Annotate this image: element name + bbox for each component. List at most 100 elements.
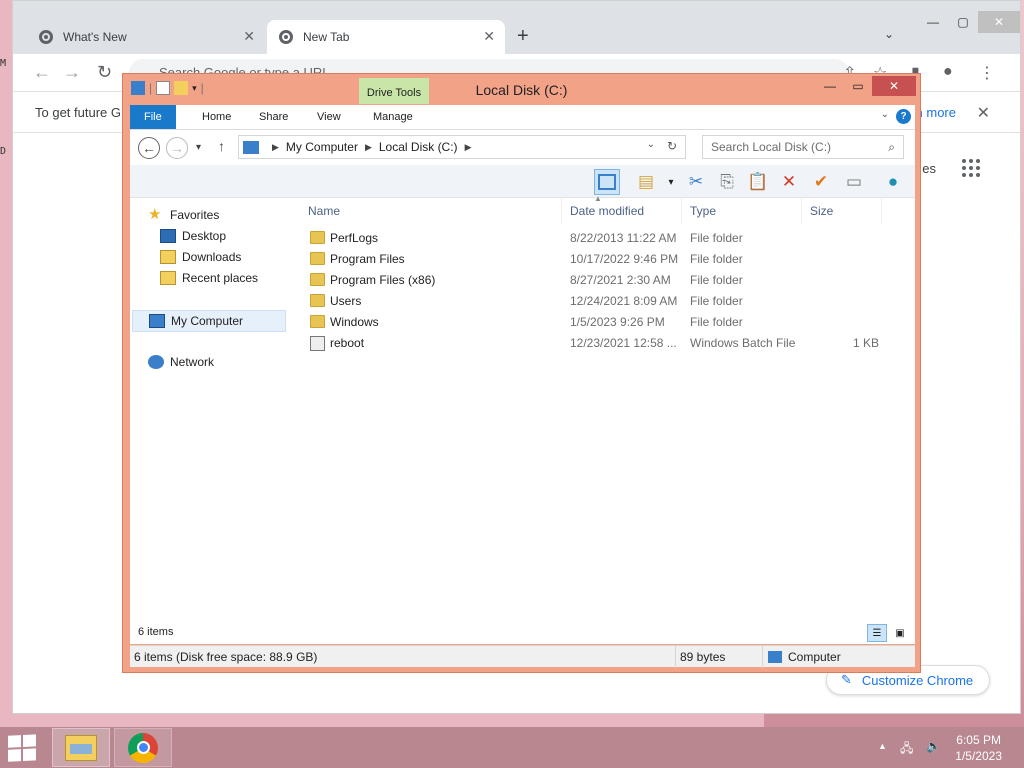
forward-arrow-icon[interactable]: → [63, 62, 81, 83]
tab-new-tab[interactable]: New Tab ✕ [267, 20, 505, 54]
volume-icon[interactable]: 🔈 [926, 739, 941, 753]
chrome-icon [128, 732, 158, 763]
options-dropdown-icon[interactable]: ▾ [658, 169, 684, 195]
ribbon-tab-manage[interactable]: Manage [359, 105, 427, 129]
minimize-button[interactable]: — [918, 11, 948, 33]
nav-desktop-label: Desktop [182, 229, 227, 243]
google-apps-grid-icon[interactable] [962, 159, 980, 177]
breadcrumb-my-computer[interactable]: My Computer [286, 140, 358, 154]
file-date: 12/24/2021 8:09 AM [570, 294, 678, 308]
windows-start-icon[interactable] [8, 734, 38, 762]
ribbon-tab-home[interactable]: Home [188, 105, 245, 129]
search-icon[interactable]: ⌕ [888, 136, 895, 158]
column-header-type[interactable]: Type [682, 198, 802, 224]
search-input[interactable]: Search Local Disk (C:) ⌕ [702, 135, 904, 159]
file-row[interactable]: reboot 12/23/2021 12:58 ... Windows Batc… [300, 333, 910, 354]
globe-icon[interactable]: ● [880, 169, 906, 195]
column-header-date[interactable]: Date modified [562, 198, 682, 224]
file-row[interactable]: Program Files 10/17/2022 9:46 PM File fo… [300, 249, 910, 270]
paste-icon[interactable]: 📋 [745, 169, 771, 195]
network-tray-icon[interactable]: 🖧 [900, 739, 913, 760]
file-size: 1 KB [853, 336, 880, 350]
explorer-content: ★ Favorites Desktop Downloads Recent pla… [130, 194, 915, 644]
breadcrumb-local-disk[interactable]: Local Disk (C:) [379, 140, 458, 154]
file-row[interactable]: Users 12/24/2021 8:09 AM File folder [300, 291, 910, 312]
help-icon[interactable]: ? [896, 109, 911, 124]
back-arrow-icon[interactable]: ← [33, 62, 51, 83]
properties-panel-icon[interactable]: ▭ [841, 169, 867, 195]
file-date: 1/5/2023 9:26 PM [570, 315, 665, 329]
copy-icon[interactable]: ⎘ [714, 169, 740, 195]
file-name: Windows [330, 315, 379, 329]
folder-options-icon[interactable]: ▤ [633, 169, 659, 195]
delete-icon[interactable]: ✕ [776, 169, 802, 195]
file-type: File folder [690, 294, 743, 308]
chrome-tab-strip: What's New ✕ New Tab ✕ + ⌄ — ▢ ✕ [13, 1, 1020, 54]
status-location: Computer [788, 650, 841, 664]
ribbon-expand-chevron-icon[interactable]: ⌄ [881, 109, 889, 120]
explorer-maximize-button[interactable]: ▭ [844, 76, 872, 96]
downloads-icon [160, 250, 176, 264]
nav-downloads-label: Downloads [182, 250, 242, 264]
file-row[interactable]: Windows 1/5/2023 9:26 PM File folder [300, 312, 910, 333]
ribbon-tab-file[interactable]: File [130, 105, 176, 129]
details-view-icon[interactable]: ☰ [867, 624, 887, 642]
desktop-edge-glyphs: MD [0, 58, 7, 157]
nav-recent-label: Recent places [182, 271, 259, 285]
computer-icon [243, 140, 259, 154]
tab-whats-new[interactable]: What's New ✕ [27, 20, 265, 54]
menu-kebab-icon[interactable]: ⋮ [979, 63, 995, 83]
tab-close-icon[interactable]: ✕ [483, 28, 495, 45]
navigation-pane: ★ Favorites Desktop Downloads Recent pla… [130, 198, 300, 644]
maximize-button[interactable]: ▢ [948, 11, 978, 33]
folder-icon [310, 273, 325, 286]
file-row[interactable]: Program Files (x86) 8/27/2021 2:30 AM Fi… [300, 270, 910, 291]
reload-icon[interactable]: ↻ [97, 62, 112, 83]
nav-downloads[interactable]: Downloads [160, 250, 241, 264]
chrome-favicon-icon [39, 30, 53, 44]
file-type: File folder [690, 252, 743, 266]
apps-partial-label[interactable]: es [922, 161, 936, 176]
preview-pane-icon[interactable] [594, 169, 620, 195]
infobar-close-icon[interactable]: ✕ [977, 103, 990, 123]
forward-arrow-icon[interactable]: → [166, 137, 188, 159]
nav-my-computer[interactable]: My Computer [132, 310, 286, 332]
cut-icon[interactable]: ✂ [683, 169, 709, 195]
ribbon-tab-view[interactable]: View [303, 105, 355, 129]
explorer-minimize-button[interactable]: — [816, 76, 844, 96]
taskbar-chrome[interactable] [114, 728, 172, 767]
clock[interactable]: 6:05 PM 1/5/2023 [955, 732, 1002, 764]
taskbar-file-explorer[interactable] [52, 728, 110, 767]
file-date: 12/23/2021 12:58 ... [570, 336, 677, 350]
new-tab-button[interactable]: + [517, 25, 529, 48]
nav-desktop[interactable]: Desktop [160, 229, 226, 243]
up-arrow-icon[interactable]: ↑ [218, 138, 225, 154]
tab-search-chevron-icon[interactable]: ⌄ [884, 27, 894, 41]
address-dropdown-icon[interactable]: ⌄ [647, 139, 655, 150]
infobar-learn-more-link[interactable]: n more [916, 105, 956, 120]
address-box[interactable]: ▶ My Computer ▶ Local Disk (C:) ▶ ⌄ ↻ [238, 135, 686, 159]
large-icons-view-icon[interactable]: ▣ [890, 624, 910, 642]
ribbon-tab-share[interactable]: Share [245, 105, 302, 129]
nav-network[interactable]: Network [148, 355, 214, 369]
column-header-name[interactable]: Name [300, 198, 562, 224]
explorer-title-bar[interactable]: | ▾ | Drive Tools Local Disk (C:) — ▭ ✕ [123, 74, 920, 104]
back-arrow-icon[interactable]: ← [138, 137, 160, 159]
file-row[interactable]: PerfLogs 8/22/2013 11:22 AM File folder [300, 228, 910, 249]
tray-expand-icon[interactable]: ▲ [878, 741, 887, 751]
tab-close-icon[interactable]: ✕ [243, 28, 255, 45]
column-header-size[interactable]: Size [802, 198, 882, 224]
recent-locations-icon[interactable]: ▾ [196, 142, 201, 153]
nav-favorites[interactable]: ★ Favorites [148, 206, 219, 223]
refresh-icon[interactable]: ↻ [667, 139, 677, 153]
close-button[interactable]: ✕ [978, 11, 1020, 33]
explorer-close-button[interactable]: ✕ [872, 76, 916, 96]
rename-check-icon[interactable]: ✔ [808, 169, 834, 195]
star-icon: ★ [148, 206, 162, 223]
profile-avatar-icon[interactable]: ● [943, 63, 953, 81]
file-name: Users [330, 294, 362, 308]
folder-icon [310, 294, 325, 307]
network-icon [148, 355, 164, 369]
file-type: File folder [690, 231, 743, 245]
nav-recent-places[interactable]: Recent places [160, 271, 258, 285]
